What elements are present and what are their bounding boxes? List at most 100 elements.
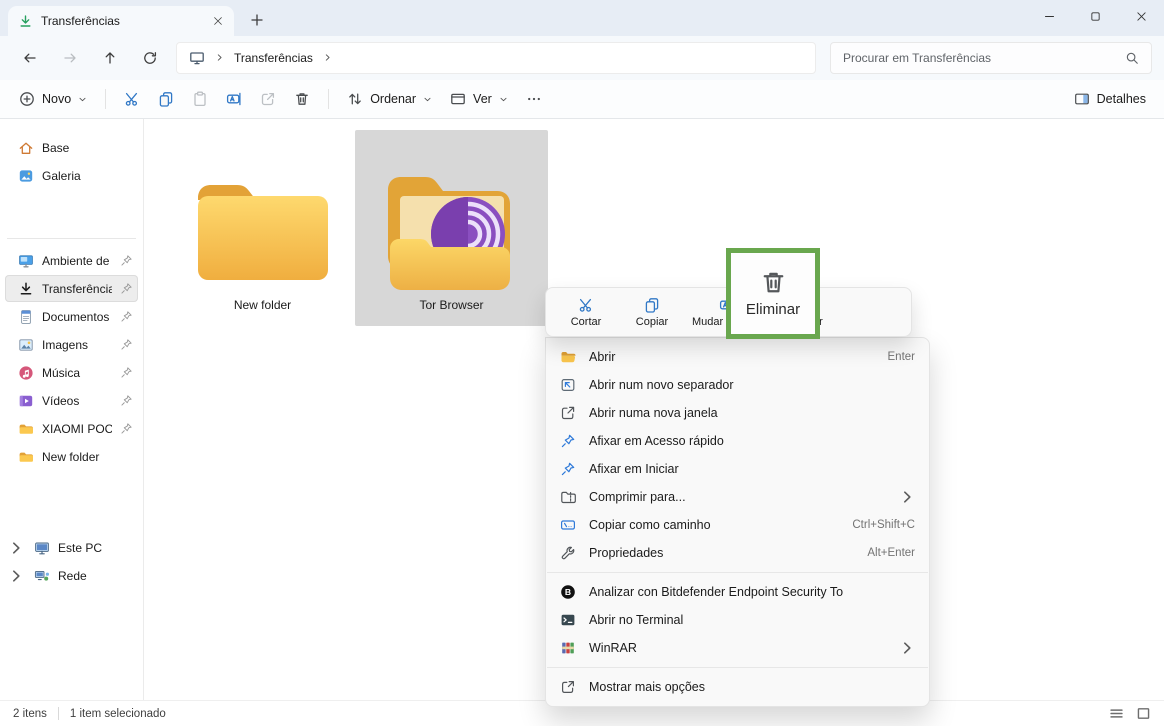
menu-item-abrir-no-terminal[interactable]: Abrir no Terminal	[546, 606, 929, 634]
menu-item-winrar[interactable]: WinRAR	[546, 634, 929, 662]
menu-shortcut: Enter	[888, 351, 916, 363]
menu-item-abrir-numa-nova-janela[interactable]: Abrir numa nova janela	[546, 399, 929, 427]
back-button[interactable]	[12, 42, 48, 74]
home-icon	[18, 140, 34, 156]
sidebar-item-este-pc[interactable]: Este PC	[5, 534, 138, 561]
arrow-up-icon	[102, 50, 118, 66]
maximize-button[interactable]	[1072, 0, 1118, 33]
annotation-highlight-box: Eliminar	[726, 248, 820, 339]
zip-icon	[560, 489, 576, 505]
chevron-down-icon	[499, 95, 508, 104]
sidebar-item-v-deos[interactable]: Vídeos	[5, 387, 138, 414]
view-toggles	[1109, 706, 1151, 721]
sidebar-item-transfer-ncias[interactable]: Transferências	[5, 275, 138, 302]
selection-count: 1 item selecionado	[70, 708, 166, 720]
download-icon	[18, 281, 34, 297]
sidebar-item-documentos[interactable]: Documentos	[5, 303, 138, 330]
tab-close-icon[interactable]	[212, 15, 224, 27]
sidebar-item-label: XIAOMI POCO F	[42, 422, 112, 436]
sidebar-item-base[interactable]: Base	[5, 134, 138, 161]
rename-button[interactable]	[217, 83, 251, 115]
folder-tor-large-icon	[376, 160, 528, 294]
view-button[interactable]: Ver	[441, 83, 517, 115]
desktop-icon	[18, 253, 34, 269]
new-button[interactable]: Novo	[10, 83, 96, 115]
terminal-icon	[560, 612, 576, 628]
sidebar-spacer	[0, 190, 143, 230]
search-input[interactable]: Procurar em Transferências	[830, 42, 1152, 74]
menu-item-abrir-num-novo-separador[interactable]: Abrir num novo separador	[546, 371, 929, 399]
menu-separator	[547, 667, 928, 668]
sidebar-item-rede[interactable]: Rede	[5, 562, 138, 589]
navigation-bar: Transferências Procurar em Transferência…	[0, 36, 1164, 80]
open-tab-icon	[560, 377, 576, 393]
nav-buttons	[12, 42, 168, 74]
context-command-copiar[interactable]: Copiar	[620, 290, 684, 334]
open-window-icon	[560, 405, 576, 421]
forward-button	[52, 42, 88, 74]
context-command-label: Copiar	[636, 316, 668, 328]
navigation-sidebar: BaseGaleria Ambiente de traTransferências…	[0, 119, 144, 700]
thumbnail-view-icon[interactable]	[1136, 706, 1151, 721]
details-icon	[1074, 91, 1090, 107]
menu-item-afixar-em-acesso-r-pido[interactable]: Afixar em Acesso rápido	[546, 427, 929, 455]
sidebar-item-label: Rede	[58, 569, 133, 583]
sidebar-item-m-sica[interactable]: Música	[5, 359, 138, 386]
breadcrumb-segment[interactable]: Transferências	[234, 51, 313, 65]
context-menu: AbrirEnter Abrir num novo separador Abri…	[545, 337, 930, 707]
plus-circle-icon	[19, 91, 35, 107]
file-item-tor-browser[interactable]: Tor Browser	[355, 130, 548, 326]
menu-item-label: Mostrar mais opções	[589, 680, 915, 694]
toolbar-separator	[328, 89, 329, 109]
cut-button[interactable]	[115, 83, 149, 115]
details-label: Detalhes	[1097, 92, 1146, 106]
menu-shortcut: Ctrl+Shift+C	[852, 519, 915, 531]
menu-item-analizar-con-bitdefender-endpoint-security-to[interactable]: B Analizar con Bitdefender Endpoint Secu…	[546, 578, 929, 606]
sidebar-item-ambiente-de-tra[interactable]: Ambiente de tra	[5, 247, 138, 274]
trash-icon	[294, 91, 310, 107]
videos-icon	[18, 393, 34, 409]
sidebar-item-label: Este PC	[58, 541, 133, 555]
new-tab-button[interactable]	[244, 7, 270, 33]
folder-large-icon	[187, 160, 339, 294]
toolbar-button-label: Novo	[42, 92, 71, 106]
folder-icon	[18, 421, 34, 437]
list-view-icon[interactable]	[1109, 706, 1124, 721]
chevron-right-icon[interactable]	[8, 540, 24, 556]
up-button[interactable]	[92, 42, 128, 74]
sidebar-item-galeria[interactable]: Galeria	[5, 162, 138, 189]
copy-button[interactable]	[149, 83, 183, 115]
menu-item-abrir[interactable]: AbrirEnter	[546, 343, 929, 371]
context-command-cortar[interactable]: Cortar	[554, 290, 618, 334]
sort-button[interactable]: Ordenar	[338, 83, 441, 115]
address-bar[interactable]: Transferências	[176, 42, 816, 74]
sidebar-item-imagens[interactable]: Imagens	[5, 331, 138, 358]
more-icon	[526, 91, 542, 107]
file-item-new-folder[interactable]: New folder	[166, 130, 359, 326]
menu-item-label: Abrir num novo separador	[589, 378, 915, 392]
share-button[interactable]	[251, 83, 285, 115]
explorer-tab[interactable]: Transferências	[8, 6, 234, 36]
paste-button[interactable]	[183, 83, 217, 115]
sidebar-item-new-folder[interactable]: New folder	[5, 443, 138, 470]
close-button[interactable]	[1118, 0, 1164, 33]
download-icon	[18, 14, 33, 29]
more-button[interactable]	[517, 83, 551, 115]
chevron-right-icon[interactable]	[8, 568, 24, 584]
sidebar-item-label: Vídeos	[42, 394, 112, 408]
menu-item-propriedades[interactable]: PropriedadesAlt+Enter	[546, 539, 929, 567]
menu-item-afixar-em-iniciar[interactable]: Afixar em Iniciar	[546, 455, 929, 483]
menu-item-copiar-como-caminho[interactable]: Copiar como caminhoCtrl+Shift+C	[546, 511, 929, 539]
sidebar-item-xiaomi-poco-f[interactable]: XIAOMI POCO F	[5, 415, 138, 442]
delete-button[interactable]	[285, 83, 319, 115]
trash-icon	[760, 269, 787, 296]
pin-icon	[120, 310, 133, 323]
minimize-button[interactable]	[1026, 0, 1072, 33]
sidebar-divider	[7, 238, 136, 239]
menu-item-mostrar-mais-op-es[interactable]: Mostrar mais opções	[546, 673, 929, 701]
details-pane-button[interactable]: Detalhes	[1066, 83, 1154, 115]
pin-blue-icon	[560, 461, 576, 477]
menu-item-comprimir-para[interactable]: Comprimir para...	[546, 483, 929, 511]
refresh-button[interactable]	[132, 42, 168, 74]
sidebar-item-label: Documentos	[42, 310, 112, 324]
